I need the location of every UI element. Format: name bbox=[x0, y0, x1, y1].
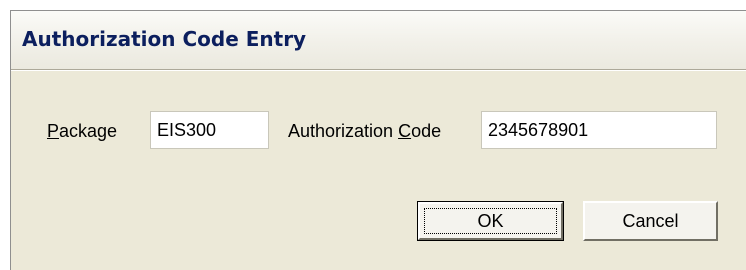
title-separator bbox=[11, 69, 746, 71]
cancel-button[interactable]: Cancel bbox=[583, 201, 718, 241]
package-label-mnemonic: P bbox=[47, 121, 60, 141]
cancel-button-label: Cancel bbox=[622, 211, 679, 231]
authorization-code-input[interactable] bbox=[482, 112, 716, 148]
authorization-code-label-before: Authorization bbox=[288, 121, 399, 141]
authorization-code-field[interactable] bbox=[481, 111, 717, 149]
ok-button-label: OK bbox=[477, 211, 504, 231]
dialog-title: Authorization Code Entry bbox=[22, 27, 307, 51]
package-label: Package bbox=[47, 121, 117, 142]
authorization-code-label-rest: ode bbox=[411, 121, 442, 141]
package-input[interactable] bbox=[151, 112, 268, 148]
package-field[interactable] bbox=[150, 111, 269, 149]
title-bar[interactable]: Authorization Code Entry bbox=[11, 11, 746, 69]
authorization-code-label: Authorization Code bbox=[288, 121, 441, 142]
authorization-code-label-mnemonic: C bbox=[398, 121, 412, 141]
ok-button[interactable]: OK bbox=[417, 201, 564, 241]
authorization-dialog: Authorization Code Entry Package Authori… bbox=[10, 10, 746, 270]
package-label-rest: ackage bbox=[59, 121, 118, 141]
